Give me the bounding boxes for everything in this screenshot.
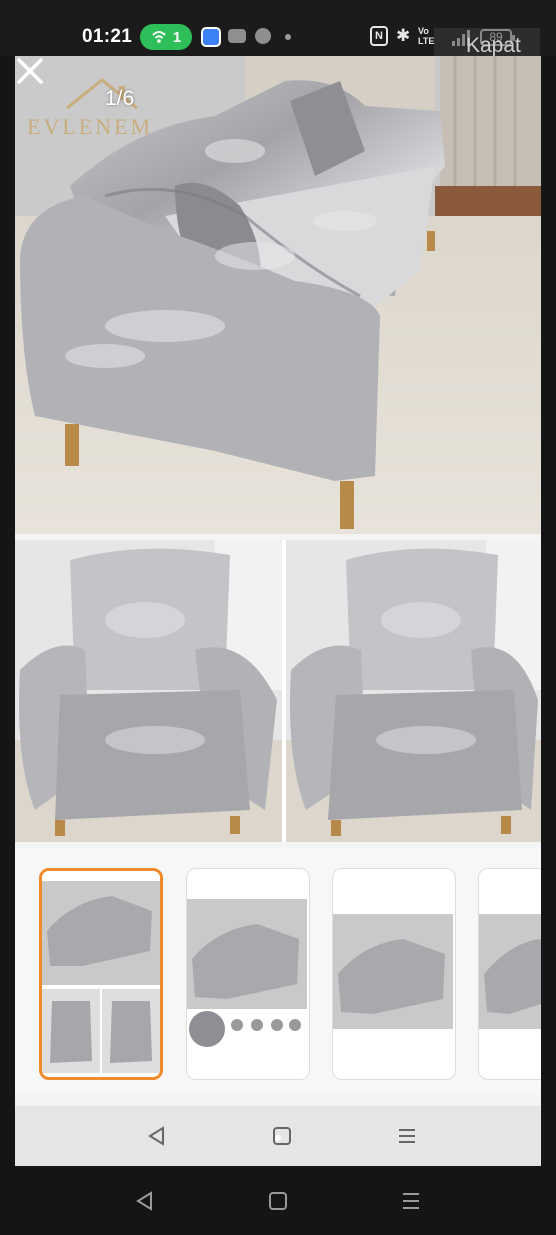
nfc-icon: N (370, 26, 388, 46)
bluetooth-icon: ✱ (396, 26, 411, 45)
pinterest-icon (255, 28, 271, 44)
close-icon[interactable] (15, 56, 45, 86)
system-home-icon[interactable] (265, 1188, 291, 1214)
hotspot-indicator: 1 (140, 24, 192, 50)
thumbnail-strip (15, 848, 541, 1094)
wifi-hotspot-icon (152, 31, 166, 43)
hotspot-count: 1 (172, 28, 182, 46)
thumbnail-1[interactable] (39, 868, 163, 1080)
menu-icon[interactable] (393, 1122, 421, 1150)
armchair-photos (15, 540, 541, 842)
thumbnail-4[interactable] (478, 868, 541, 1080)
main-product-image[interactable]: EVLENEM 1/6 (15, 56, 541, 534)
system-back-icon[interactable] (132, 1188, 158, 1214)
volte-icon: Vo LTE (418, 26, 435, 46)
app-navigation-bar (15, 1106, 541, 1166)
home-icon[interactable] (268, 1122, 296, 1150)
thumbnail-2[interactable] (186, 868, 310, 1080)
more-notifications-icon (285, 34, 291, 40)
status-time: 01:21 (82, 26, 133, 47)
image-counter: 1/6 (105, 87, 135, 110)
brand-name: EVLENEM (27, 114, 153, 138)
thumbnail-3[interactable] (332, 868, 456, 1080)
youtube-icon (228, 29, 246, 43)
armchair-photo-right (286, 540, 541, 842)
back-icon[interactable] (143, 1122, 171, 1150)
armchair-photo-left (15, 540, 282, 842)
app-notification-icon (201, 27, 221, 47)
kapat-label: Kapat (466, 34, 521, 57)
system-navigation-bar (0, 1166, 556, 1235)
system-recents-icon[interactable] (398, 1188, 424, 1214)
image-viewer: EVLENEM 1/6 (15, 56, 541, 1166)
